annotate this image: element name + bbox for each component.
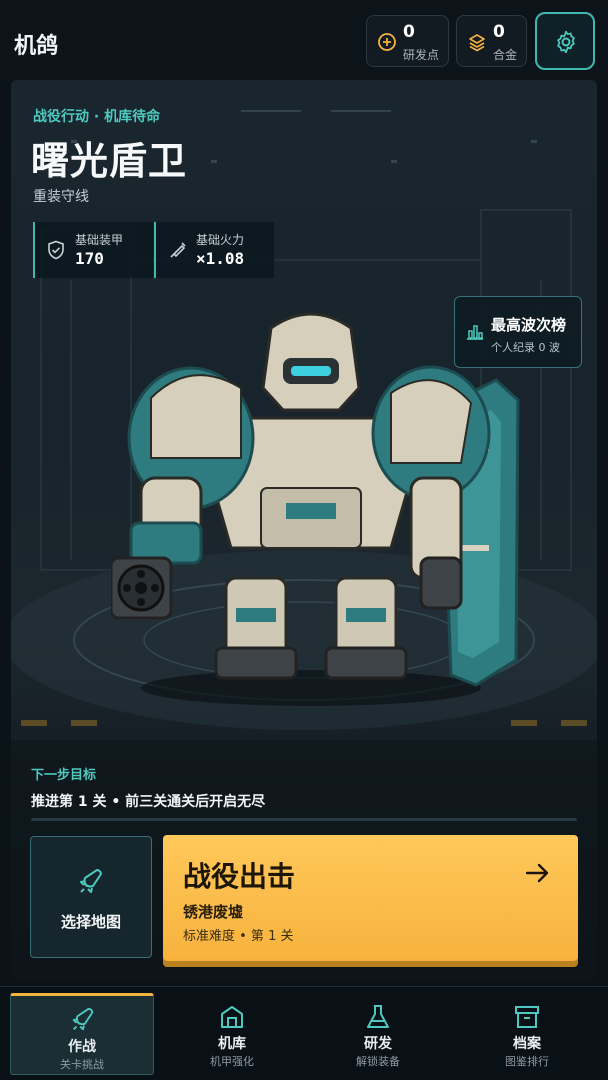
nav-item-research[interactable]: 研发 解锁装备 xyxy=(306,993,450,1075)
gear-icon xyxy=(557,30,575,54)
alloy-value: 0 xyxy=(493,22,505,42)
bottom-nav: 作战 关卡挑战 机库 机甲强化 研发 解锁装备 档案 图鉴排行 xyxy=(0,986,608,1080)
nav-item-archive[interactable]: 档案 图鉴排行 xyxy=(455,993,599,1075)
research-points-label: 研发点 xyxy=(403,48,440,62)
launch-campaign-button[interactable]: 战役出击 锈港废墟 标准难度 • 第 1 关 xyxy=(163,835,578,961)
rocket-icon xyxy=(80,869,102,893)
app-title: 机鸽 xyxy=(14,34,59,59)
research-points-chip[interactable]: 0 研发点 xyxy=(366,15,449,67)
nav-label-battle: 作战 xyxy=(68,1039,96,1055)
divider xyxy=(31,818,577,821)
alloy-label: 合金 xyxy=(493,48,518,62)
settings-button[interactable] xyxy=(535,12,595,70)
select-map-button[interactable]: 选择地图 xyxy=(30,836,152,958)
mech-illustration xyxy=(111,312,520,706)
nav-item-hangar[interactable]: 机库 机甲强化 xyxy=(160,993,304,1075)
launch-title: 战役出击 xyxy=(183,860,296,893)
layers-icon xyxy=(469,34,485,52)
shield-icon xyxy=(48,240,64,260)
nav-label-hangar: 机库 xyxy=(218,1036,246,1052)
nav-sub-research: 解锁装备 xyxy=(356,1055,400,1068)
archive-icon xyxy=(515,1006,539,1028)
gun-icon xyxy=(170,242,186,258)
select-map-label: 选择地图 xyxy=(60,913,121,931)
firepower-value: ×1.08 xyxy=(196,249,245,268)
nav-sub-battle: 关卡挑战 xyxy=(60,1058,104,1071)
launch-stage: 锈港废墟 xyxy=(183,903,244,921)
nav-label-archive: 档案 xyxy=(513,1036,541,1052)
nav-item-battle[interactable]: 作战 关卡挑战 xyxy=(10,993,154,1075)
armor-stat: 基础装甲 170 xyxy=(33,222,153,278)
armor-value: 170 xyxy=(75,249,104,268)
flask-icon xyxy=(367,1005,389,1028)
mission-tag: 战役行动 · 机库待命 xyxy=(33,109,161,125)
research-points-value: 0 xyxy=(403,22,415,42)
next-goal-label: 下一步目标 xyxy=(31,768,97,783)
nav-sub-archive: 图鉴排行 xyxy=(505,1055,549,1068)
mech-class: 重装守线 xyxy=(33,189,89,205)
rocket-icon xyxy=(72,1007,94,1031)
firepower-stat: 基础火力 ×1.08 xyxy=(154,222,274,278)
mech-name: 曙光盾卫 xyxy=(31,139,188,183)
nav-sub-hangar: 机甲强化 xyxy=(210,1055,254,1068)
firepower-label: 基础火力 xyxy=(196,233,245,247)
hero-card: 战役行动 · 机库待命 曙光盾卫 重装守线 基础装甲 170 基础火力 ×1.0… xyxy=(11,80,597,980)
next-goal-text: 推进第 1 关 • 前三关通关后开启无尽 xyxy=(31,794,266,810)
plus-circle-icon xyxy=(378,33,396,51)
alloy-chip[interactable]: 0 合金 xyxy=(456,15,527,67)
arrow-right-icon xyxy=(525,863,549,883)
nav-label-research: 研发 xyxy=(364,1036,392,1052)
hangar-icon xyxy=(221,1006,243,1028)
armor-label: 基础装甲 xyxy=(75,233,124,247)
top-bar: 机鸽 0 研发点 0 合金 xyxy=(0,0,608,80)
launch-difficulty: 标准难度 • 第 1 关 xyxy=(183,929,294,944)
